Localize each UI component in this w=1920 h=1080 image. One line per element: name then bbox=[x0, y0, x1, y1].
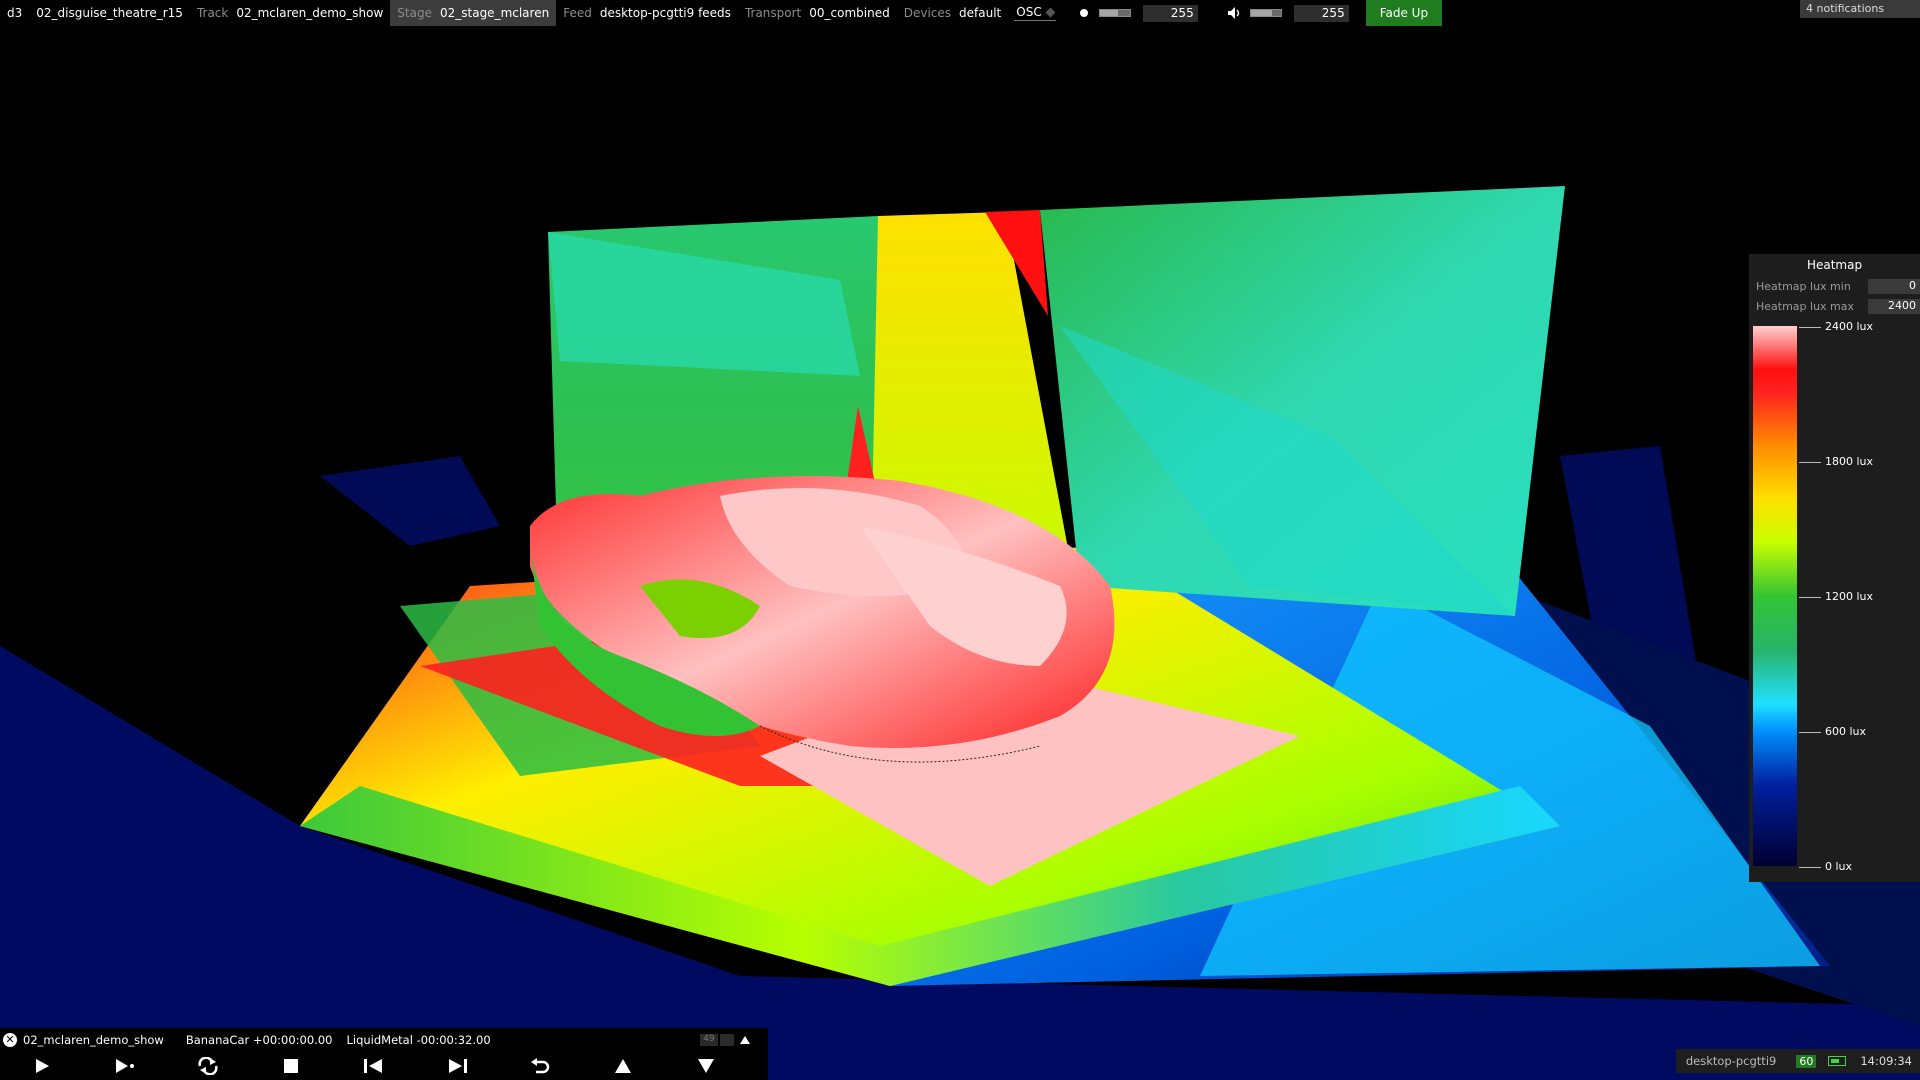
stop-button[interactable] bbox=[249, 1052, 332, 1080]
volume-value[interactable]: 255 bbox=[1293, 4, 1349, 22]
close-icon[interactable]: ✕ bbox=[3, 1033, 17, 1047]
devices-label: Devices bbox=[903, 6, 952, 20]
play-button[interactable] bbox=[0, 1052, 83, 1080]
feed-value: desktop-pcgtti9 feeds bbox=[599, 6, 731, 20]
transport-selector[interactable]: Transport 00_combined bbox=[738, 0, 897, 26]
top-bar: d3 02_disguise_theatre_r15 Track 02_mcla… bbox=[0, 0, 1920, 26]
status-host: desktop-pcgtti9 bbox=[1685, 1054, 1777, 1068]
transport-bar: ✕ 02_mclaren_demo_show BananaCar +00:00:… bbox=[0, 1028, 768, 1080]
heatmap-max-field[interactable]: 2400 bbox=[1868, 298, 1920, 314]
triangle-up-icon bbox=[614, 1059, 631, 1073]
previous-section-button[interactable] bbox=[332, 1052, 415, 1080]
transport-info: ✕ 02_mclaren_demo_show BananaCar +00:00:… bbox=[0, 1028, 491, 1052]
track-value: 02_mclaren_demo_show bbox=[236, 6, 384, 20]
osc-indicator-icon bbox=[1045, 7, 1056, 17]
return-icon bbox=[530, 1058, 549, 1074]
heatmap-min-field[interactable]: 0 bbox=[1868, 278, 1920, 294]
heatmap-tick-mark bbox=[1799, 867, 1821, 868]
transport-count: 49 bbox=[700, 1034, 718, 1046]
devices-value: default bbox=[959, 6, 1002, 20]
speaker-icon bbox=[1227, 6, 1242, 20]
transport-layer-1: BananaCar +00:00:00.00 bbox=[185, 1033, 333, 1047]
track-label: Track bbox=[196, 6, 229, 20]
next-icon bbox=[448, 1059, 467, 1073]
app-name: d3 bbox=[7, 6, 23, 20]
project-selector[interactable]: 02_disguise_theatre_r15 bbox=[29, 0, 190, 26]
next-section-button[interactable] bbox=[415, 1052, 498, 1080]
transport-mini-controls: 49 bbox=[700, 1034, 750, 1046]
transport-label: Transport bbox=[744, 6, 802, 20]
osc-label: OSC bbox=[1016, 5, 1042, 19]
volume-control: 255 bbox=[1223, 0, 1354, 26]
notifications-button[interactable]: 4 notifications bbox=[1800, 0, 1920, 18]
heatmap-tick-1800: 1800 lux bbox=[1825, 455, 1874, 468]
feed-label: Feed bbox=[563, 6, 592, 20]
brightness-slider-fill bbox=[1099, 10, 1118, 16]
stage-viewport[interactable]: Heatmap Heatmap lux min 0 Heatmap lux ma… bbox=[0, 26, 1920, 1080]
brightness-control: 255 bbox=[1072, 0, 1203, 26]
play-to-end-button[interactable] bbox=[83, 1052, 166, 1080]
next-track-button[interactable] bbox=[664, 1052, 747, 1080]
transport-track-name: 02_mclaren_demo_show bbox=[23, 1033, 164, 1047]
heatmap-tick-600: 600 lux bbox=[1825, 725, 1867, 738]
loop-icon bbox=[197, 1057, 218, 1075]
track-selector[interactable]: Track 02_mclaren_demo_show bbox=[190, 0, 390, 26]
transport-value: 00_combined bbox=[809, 6, 890, 20]
brightness-slider[interactable] bbox=[1098, 9, 1131, 17]
status-clock: 14:09:34 bbox=[1860, 1054, 1912, 1068]
heatmap-max-row: Heatmap lux max 2400 bbox=[1749, 296, 1920, 316]
floor-outer-left bbox=[320, 456, 500, 546]
stage-value: 02_stage_mclaren bbox=[439, 6, 550, 20]
stage-label: Stage bbox=[397, 6, 432, 20]
loop-button[interactable] bbox=[166, 1052, 249, 1080]
heatmap-tick-mark bbox=[1799, 732, 1821, 733]
previous-icon bbox=[363, 1059, 382, 1073]
fade-up-button[interactable]: Fade Up bbox=[1365, 0, 1443, 26]
return-button[interactable] bbox=[498, 1052, 581, 1080]
app-menu[interactable]: d3 bbox=[0, 0, 29, 26]
brightness-icon bbox=[1077, 6, 1091, 20]
heatmap-tick-1200: 1200 lux bbox=[1825, 590, 1874, 603]
heatmap-tick-0: 0 lux bbox=[1825, 860, 1853, 873]
heatmap-tick-mark bbox=[1799, 597, 1821, 598]
transport-layout-button[interactable] bbox=[720, 1034, 734, 1046]
transport-buttons bbox=[0, 1052, 768, 1080]
heatmap-panel: Heatmap Heatmap lux min 0 Heatmap lux ma… bbox=[1749, 254, 1920, 882]
heatmap-min-label: Heatmap lux min bbox=[1756, 279, 1851, 293]
status-fps-badge: 60 bbox=[1796, 1054, 1817, 1068]
volume-slider[interactable] bbox=[1249, 9, 1282, 17]
project-name: 02_disguise_theatre_r15 bbox=[36, 6, 183, 20]
volume-slider-fill bbox=[1250, 10, 1272, 16]
transport-layer-2: LiquidMetal -00:00:32.00 bbox=[346, 1033, 491, 1047]
osc-toggle[interactable]: OSC bbox=[1008, 0, 1061, 26]
heatmap-tick-mark bbox=[1799, 327, 1821, 328]
heatmap-min-row: Heatmap lux min 0 bbox=[1749, 276, 1920, 296]
heatmap-tick-2400: 2400 lux bbox=[1825, 320, 1874, 333]
status-bar: desktop-pcgtti9 60 14:09:34 bbox=[1675, 1049, 1920, 1073]
heatmap-max-label: Heatmap lux max bbox=[1756, 299, 1855, 313]
stop-icon bbox=[283, 1059, 298, 1073]
heatmap-scene bbox=[0, 186, 1920, 1080]
brightness-value[interactable]: 255 bbox=[1142, 4, 1198, 22]
heatmap-title: Heatmap bbox=[1806, 258, 1863, 272]
battery-icon bbox=[1828, 1056, 1847, 1066]
previous-track-button[interactable] bbox=[581, 1052, 664, 1080]
triangle-down-icon bbox=[697, 1059, 714, 1073]
stage-selector[interactable]: Stage 02_stage_mclaren bbox=[390, 0, 557, 26]
heatmap-color-scale bbox=[1753, 326, 1797, 866]
osc-box: OSC bbox=[1014, 5, 1056, 21]
play-to-end-icon bbox=[115, 1059, 134, 1073]
devices-selector[interactable]: Devices default bbox=[897, 0, 1009, 26]
play-icon bbox=[35, 1059, 49, 1073]
collapse-up-icon[interactable] bbox=[740, 1036, 750, 1044]
heatmap-tick-mark bbox=[1799, 462, 1821, 463]
feed-selector[interactable]: Feed desktop-pcgtti9 feeds bbox=[556, 0, 738, 26]
